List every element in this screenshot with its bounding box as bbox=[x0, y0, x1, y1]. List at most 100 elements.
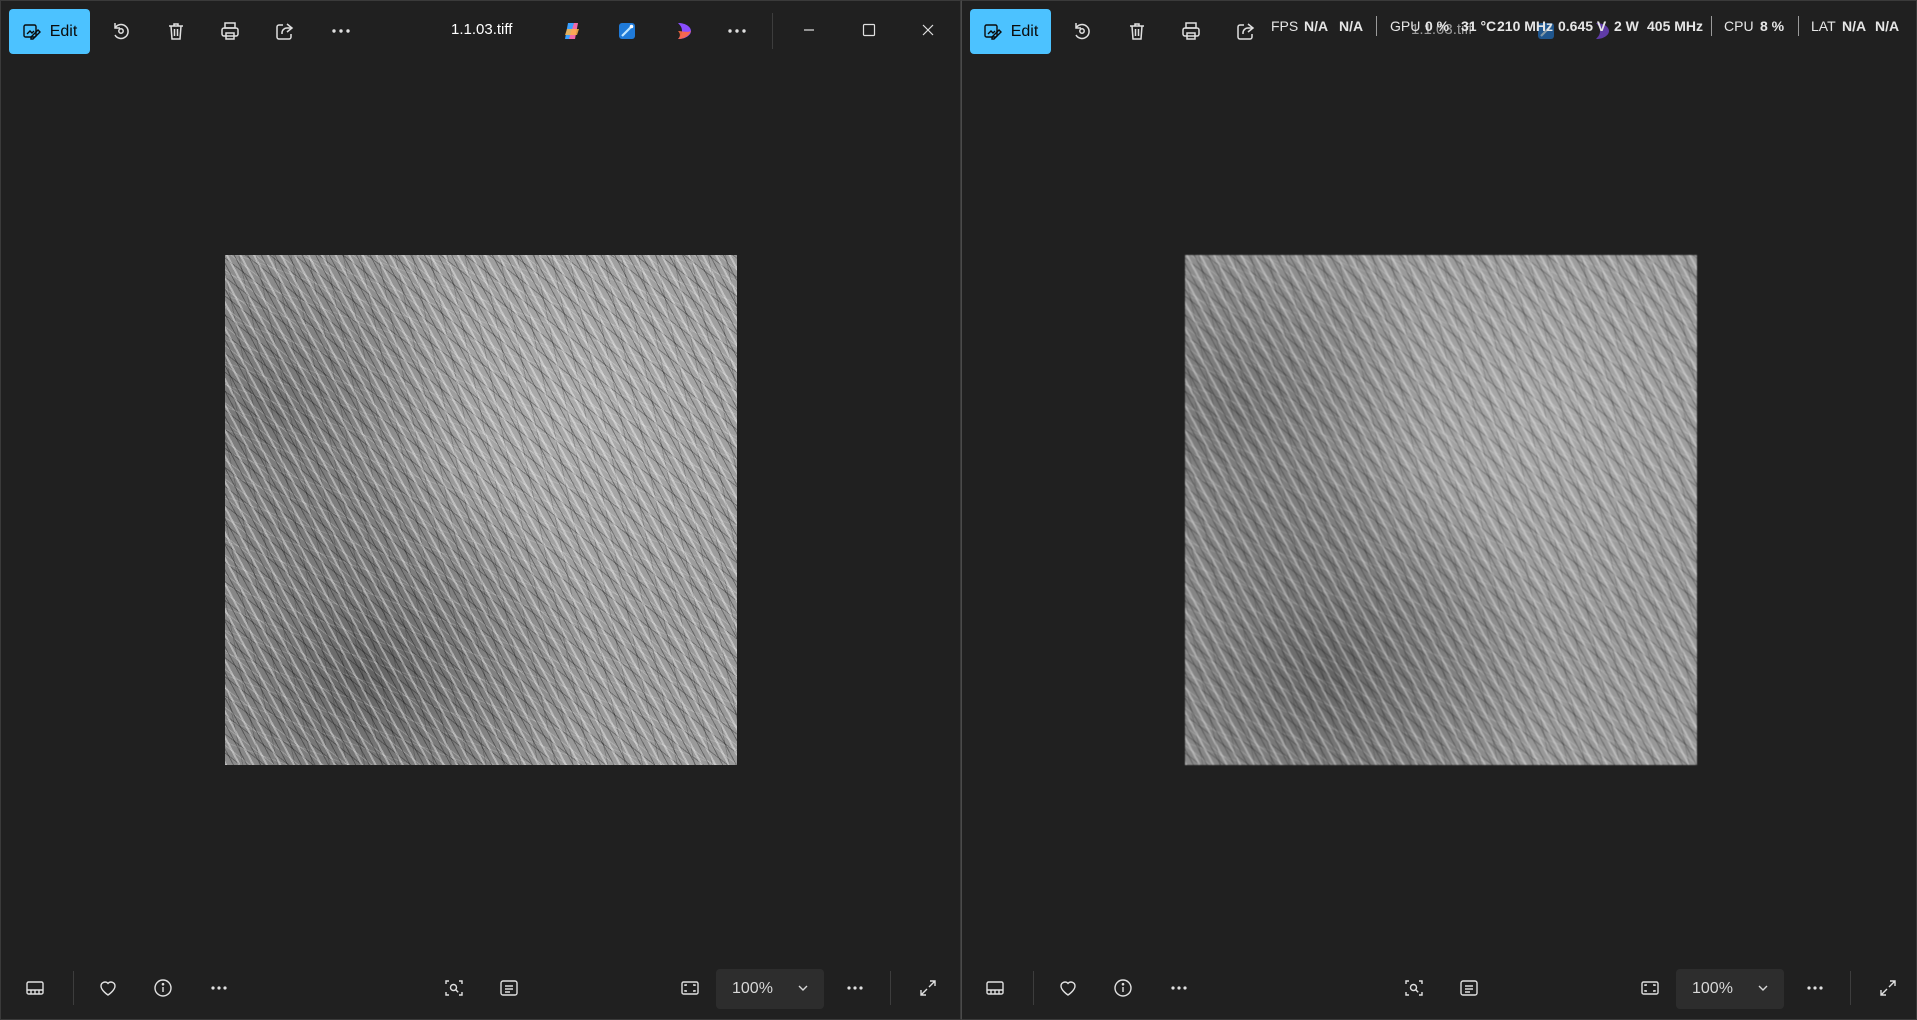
print-button[interactable] bbox=[1175, 15, 1207, 47]
bottom-toolbar: 100% bbox=[962, 955, 1916, 1019]
chevron-down-icon bbox=[798, 985, 808, 991]
minimize-button[interactable] bbox=[789, 11, 829, 49]
heart-icon bbox=[100, 981, 116, 996]
close-button[interactable] bbox=[908, 11, 948, 49]
text-scan-button[interactable] bbox=[1452, 971, 1486, 1005]
favorite-button[interactable] bbox=[91, 971, 125, 1005]
edit-image-icon bbox=[984, 23, 1002, 40]
more-apps-button[interactable] bbox=[721, 15, 753, 47]
more-view-options-button[interactable] bbox=[1798, 971, 1832, 1005]
edit-image-icon bbox=[23, 23, 41, 40]
overlay-divider bbox=[1711, 16, 1712, 36]
zoom-value: 100% bbox=[732, 980, 773, 997]
edit-button[interactable]: Edit bbox=[9, 9, 90, 54]
zoom-value: 100% bbox=[1692, 980, 1733, 997]
more-icon bbox=[847, 986, 863, 990]
maximize-icon bbox=[862, 23, 876, 37]
fit-to-window-button[interactable] bbox=[1633, 971, 1667, 1005]
delete-button[interactable] bbox=[160, 15, 192, 47]
toolbar-divider bbox=[1033, 971, 1034, 1005]
print-button[interactable] bbox=[214, 15, 246, 47]
close-icon bbox=[922, 24, 934, 36]
file-name: 1.1.03.tiff bbox=[451, 21, 513, 38]
cpu-load: 8 % bbox=[1760, 18, 1785, 34]
toolbar-divider bbox=[772, 13, 773, 49]
more-options-button[interactable] bbox=[202, 971, 236, 1005]
more-icon bbox=[1171, 986, 1187, 990]
fps-label: FPS bbox=[1271, 18, 1299, 34]
favorite-button[interactable] bbox=[1051, 971, 1085, 1005]
overlay-divider bbox=[1376, 16, 1377, 36]
chevron-down-icon bbox=[1758, 985, 1768, 991]
gpu-voltage: 0.645 V bbox=[1558, 18, 1607, 34]
info-icon bbox=[154, 979, 172, 997]
gpu-clock: 210 MHz bbox=[1497, 18, 1554, 34]
print-icon bbox=[1182, 22, 1200, 40]
fps-value: N/A bbox=[1304, 18, 1329, 34]
photos-window-left: Edit 1.1.03.tiff 100% bbox=[0, 0, 961, 1020]
more-view-options-button[interactable] bbox=[838, 971, 872, 1005]
fullscreen-button[interactable] bbox=[911, 971, 945, 1005]
fullscreen-icon bbox=[1880, 980, 1896, 996]
fit-to-window-icon bbox=[681, 981, 699, 995]
latency-label: LAT bbox=[1811, 18, 1836, 34]
rotate-button[interactable] bbox=[1066, 15, 1098, 47]
gpu-label: GPU bbox=[1390, 18, 1421, 34]
edit-button-label: Edit bbox=[1010, 22, 1039, 40]
trash-icon bbox=[169, 23, 183, 40]
zoom-dropdown[interactable]: 100% bbox=[1676, 969, 1784, 1009]
share-icon bbox=[1237, 23, 1255, 40]
share-button[interactable] bbox=[1230, 15, 1262, 47]
visual-search-icon bbox=[1405, 980, 1423, 996]
fps-value-secondary: N/A bbox=[1339, 18, 1364, 34]
bottom-toolbar: 100% bbox=[1, 955, 960, 1019]
title-bar: Edit 1.1.03.tiff bbox=[1, 1, 960, 61]
latency-value-secondary: N/A bbox=[1875, 18, 1900, 34]
more-options-button[interactable] bbox=[325, 15, 357, 47]
filmstrip-button[interactable] bbox=[978, 971, 1012, 1005]
fullscreen-button[interactable] bbox=[1871, 971, 1905, 1005]
photo-canvas[interactable] bbox=[225, 255, 737, 765]
gpu-power: 2 W bbox=[1614, 18, 1639, 34]
gpu-memory-clock: 405 MHz bbox=[1647, 18, 1704, 34]
rotate-icon bbox=[114, 23, 129, 40]
copilot-button[interactable] bbox=[556, 15, 588, 47]
more-icon bbox=[1807, 986, 1823, 990]
rotate-icon bbox=[1075, 23, 1090, 40]
designer-icon bbox=[619, 23, 635, 39]
filmstrip-button[interactable] bbox=[18, 971, 52, 1005]
photo-canvas[interactable] bbox=[1185, 255, 1697, 765]
info-button[interactable] bbox=[146, 971, 180, 1005]
edit-button[interactable]: Edit bbox=[970, 9, 1051, 54]
zoom-dropdown[interactable]: 100% bbox=[716, 969, 824, 1009]
visual-search-icon bbox=[445, 980, 463, 996]
info-button[interactable] bbox=[1106, 971, 1140, 1005]
more-icon bbox=[332, 29, 350, 33]
visual-search-button[interactable] bbox=[437, 971, 471, 1005]
toolbar-divider bbox=[73, 971, 74, 1005]
fit-to-window-icon bbox=[1641, 981, 1659, 995]
share-button[interactable] bbox=[269, 15, 301, 47]
clipchamp-button[interactable] bbox=[668, 15, 700, 47]
gpu-temp: 31 °C bbox=[1461, 18, 1497, 34]
minimize-icon bbox=[804, 29, 814, 31]
heart-icon bbox=[1060, 981, 1076, 996]
more-icon bbox=[728, 29, 746, 33]
designer-button[interactable] bbox=[611, 15, 643, 47]
text-scan-icon bbox=[1460, 980, 1478, 996]
maximize-button[interactable] bbox=[849, 11, 889, 49]
text-scan-button[interactable] bbox=[492, 971, 526, 1005]
rotate-button[interactable] bbox=[105, 15, 137, 47]
trash-icon bbox=[1130, 23, 1144, 40]
gpu-load: 0 % bbox=[1425, 18, 1450, 34]
clipchamp-icon bbox=[678, 23, 691, 39]
fit-to-window-button[interactable] bbox=[673, 971, 707, 1005]
info-icon bbox=[1114, 979, 1132, 997]
more-options-button[interactable] bbox=[1162, 971, 1196, 1005]
delete-button[interactable] bbox=[1121, 15, 1153, 47]
print-icon bbox=[221, 22, 239, 40]
overlay-divider bbox=[1798, 16, 1799, 36]
share-icon bbox=[276, 23, 294, 40]
latency-value: N/A bbox=[1842, 18, 1867, 34]
visual-search-button[interactable] bbox=[1397, 971, 1431, 1005]
